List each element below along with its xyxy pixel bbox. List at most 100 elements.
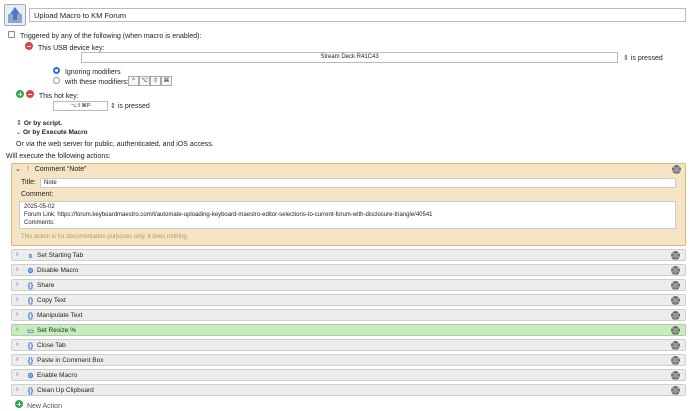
comment-line-date: 2025-05-02 <box>24 204 55 210</box>
gear-icon[interactable] <box>671 341 680 350</box>
action-label: Clean Up Clipboard <box>37 386 94 394</box>
add-trigger-icon[interactable] <box>16 90 24 98</box>
usb-trigger-label: This USB device key: <box>37 45 105 52</box>
chevron-right-icon[interactable]: › <box>16 311 18 318</box>
usb-condition-label: is pressed <box>630 55 663 62</box>
chevron-down-icon: ⌄ <box>15 166 21 173</box>
chevron-right-icon[interactable]: › <box>16 266 18 273</box>
gear-icon[interactable] <box>671 356 680 365</box>
action-row[interactable]: › {} Clean Up Clipboard <box>11 384 686 396</box>
gear-icon[interactable] <box>671 296 680 305</box>
action-row[interactable]: › ▭ Set Resize % <box>11 324 686 336</box>
hotkey-condition-label: is pressed <box>117 103 150 110</box>
gear-icon[interactable] <box>672 165 681 174</box>
chevron-right-icon[interactable]: › <box>16 371 18 378</box>
action-row[interactable]: › ⚙ Disable Macro <box>11 264 686 276</box>
comment-line-link: Forum Link: https://forum.keyboardmaestr… <box>24 212 433 218</box>
gear-icon[interactable] <box>671 281 680 290</box>
remove-usb-trigger-icon[interactable] <box>25 42 33 50</box>
chevron-right-icon[interactable]: › <box>16 251 18 258</box>
option-modifier-button[interactable]: ⌥ <box>139 76 150 86</box>
documentation-note: This action is for documentation purpose… <box>21 234 189 240</box>
braces-icon: {} <box>27 312 34 320</box>
action-row[interactable]: › x Set Starting Tab <box>11 249 686 261</box>
chevron-right-icon[interactable]: › <box>16 326 18 333</box>
action-row[interactable]: › {} Share <box>11 279 686 291</box>
variable-icon: x <box>28 252 33 260</box>
hotkey-trigger-label: This hot key: <box>38 93 79 100</box>
chevron-right-icon[interactable]: › <box>16 386 18 393</box>
comment-header[interactable]: ⌄ ! Comment “Note” <box>15 165 86 173</box>
modifier-buttons: ^ ⌥ ⇧ ⌘ <box>128 76 172 86</box>
comment-title-field[interactable]: Note <box>40 178 676 188</box>
gear-icon[interactable] <box>671 386 680 395</box>
comment-body-label: Comment: <box>21 191 54 198</box>
trigger-checkbox-row[interactable]: Triggered by any of the following (when … <box>8 31 201 40</box>
comment-line-comments: Comments: <box>24 220 55 226</box>
usb-device-field[interactable]: Stream Deck R41C43 <box>81 52 618 63</box>
action-label: Copy Text <box>37 296 66 304</box>
action-row[interactable]: › {} Paste in Comment Box <box>11 354 686 366</box>
usb-trigger-row: This USB device key: <box>25 42 104 52</box>
comment-title-label: Title: <box>21 179 36 186</box>
action-label: Set Starting Tab <box>37 251 84 259</box>
actions-header: Will execute the following actions: <box>6 153 111 160</box>
gear-icon[interactable] <box>671 266 680 275</box>
braces-icon: {} <box>27 282 34 290</box>
action-label: Set Resize % <box>37 326 77 334</box>
gear-icon[interactable] <box>671 371 680 380</box>
ignoring-modifiers-radio[interactable] <box>53 67 60 74</box>
comment-body-field[interactable]: 2025-05-02 Forum Link: https://forum.key… <box>19 201 676 229</box>
action-row[interactable]: › {} Copy Text <box>11 294 686 306</box>
plus-icon <box>15 400 23 408</box>
trigger-checkbox[interactable] <box>8 31 15 38</box>
chevron-down-icon: ⌄ <box>16 130 22 136</box>
new-action-button[interactable]: New Action <box>15 400 62 410</box>
updown-icon: ⇕ <box>16 120 22 127</box>
comment-icon: ! <box>26 166 29 173</box>
gear-icon[interactable] <box>671 311 680 320</box>
action-label: Paste in Comment Box <box>37 356 104 364</box>
or-by-script-row[interactable]: ⇕ Or by script. <box>16 119 62 127</box>
with-modifiers-option[interactable]: with these modifiers: <box>53 77 129 86</box>
gear-icon[interactable] <box>671 251 680 260</box>
with-modifiers-radio[interactable] <box>53 77 60 84</box>
action-row[interactable]: › {} Manipulate Text <box>11 309 686 321</box>
macro-icon: ⚙ <box>27 267 34 275</box>
or-by-execute-label: Or by Execute Macro <box>22 129 88 136</box>
remove-hotkey-trigger-icon[interactable] <box>25 90 34 98</box>
action-label: Manipulate Text <box>37 311 83 319</box>
chevron-right-icon[interactable]: › <box>16 296 18 303</box>
action-label: Disable Macro <box>37 266 79 274</box>
hotkey-condition-select[interactable]: ⇕ is pressed <box>110 102 150 110</box>
gear-icon[interactable] <box>671 326 680 335</box>
control-modifier-button[interactable]: ^ <box>128 76 139 86</box>
chevron-right-icon[interactable]: › <box>16 341 18 348</box>
shift-modifier-button[interactable]: ⇧ <box>150 76 161 86</box>
or-by-script-label: Or by script. <box>23 120 63 127</box>
window-icon: ▭ <box>27 327 34 335</box>
or-by-execute-row[interactable]: ⌄ Or by Execute Macro <box>16 129 88 136</box>
chevron-right-icon[interactable]: › <box>16 356 18 363</box>
action-label: Share <box>37 281 55 289</box>
hotkey-field[interactable]: ⌥⇧⌘P <box>53 101 108 111</box>
trigger-checkbox-label: Triggered by any of the following (when … <box>19 33 202 40</box>
hotkey-trigger-row: This hot key: <box>16 90 79 100</box>
chevron-right-icon[interactable]: › <box>16 281 18 288</box>
action-row[interactable]: › ⚙ Enable Macro <box>11 369 686 381</box>
macro-name-field[interactable]: Upload Macro to KM Forum <box>29 8 686 22</box>
usb-condition-select[interactable]: ⇕ is pressed <box>623 54 663 62</box>
ignoring-modifiers-option[interactable]: Ignoring modifiers <box>53 67 121 76</box>
updown-icon: ⇕ <box>623 55 629 62</box>
braces-icon: {} <box>27 357 34 365</box>
comment-header-label: Comment “Note” <box>34 166 87 173</box>
web-server-text: Or via the web server for public, authen… <box>16 141 214 148</box>
ignoring-modifiers-label: Ignoring modifiers <box>64 69 121 76</box>
braces-icon: {} <box>27 297 34 305</box>
action-label: Close Tab <box>37 341 66 349</box>
action-row[interactable]: › {} Close Tab <box>11 339 686 351</box>
braces-icon: {} <box>27 387 34 395</box>
command-modifier-button[interactable]: ⌘ <box>161 76 172 86</box>
macro-icon[interactable] <box>4 4 26 26</box>
with-modifiers-label: with these modifiers: <box>64 79 129 86</box>
